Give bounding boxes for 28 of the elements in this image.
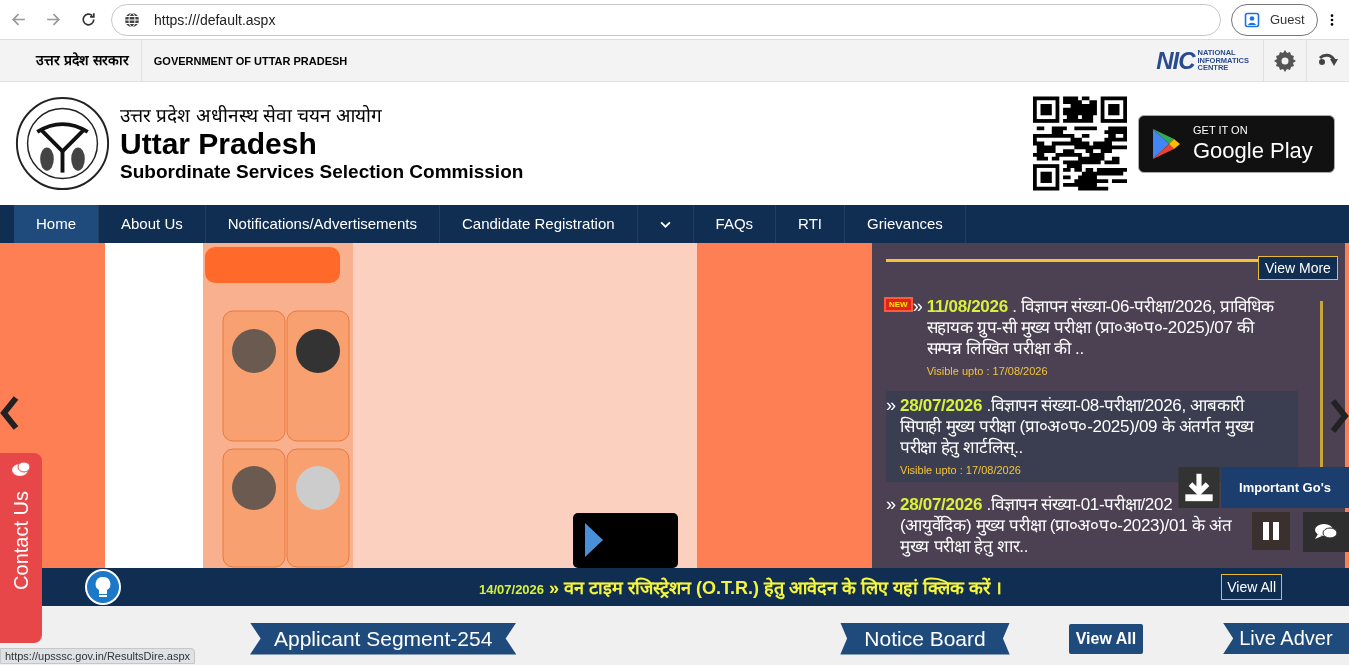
section-heading: Notice Board: [840, 622, 1010, 655]
visibility-date: Visible upto : 17/08/2026: [926, 365, 1049, 377]
view-all-button[interactable]: View All: [1221, 574, 1282, 600]
ticker-link[interactable]: 14/07/2026 » वन टाइम रजिस्ट्रेशन (O.T.R.) हेतु आवेदन के लिए यहां क्लिक करें ।: [479, 575, 1003, 599]
news-item[interactable]: NEW » 11/08/2026 . विज्ञापन संख्या-06-परीक्षा/2026, प्राविधिक सहायक ग्रुप-सी मुख्य परीक्षा (प्रा०अ०प०-2025)/07 की सम्पन्न लिखित परीक्षा की .. Visible upto : 17/08/2026: [886, 292, 1298, 383]
section-heading: Applicant Segment-254: [250, 622, 517, 655]
site-subtitle: Subordinate Services Selection Commission: [120, 159, 524, 184]
news-item[interactable]: » 28/07/2026 .विज्ञापन संख्या-08-परीक्षा/2026, आबकारी सिपाही मुख्य परीक्षा (प्रा०अ०प०-2025)/09 के अंतर्गत मुख्य परीक्षा हेतु शार्टलिस्.. Visible upto : 17/08/2026: [886, 391, 1298, 482]
important-gos-button[interactable]: Important Go's: [1221, 467, 1349, 508]
contact-us-tab[interactable]: Contact Us: [0, 453, 42, 643]
nav-item[interactable]: Home: [14, 205, 99, 243]
news-link[interactable]: 28/07/2026 .विज्ञापन संख्या-08-परीक्षा/2026, आबकारी सिपाही मुख्य परीक्षा (प्रा०अ०प०-2025)/09 के अंतर्गत मुख्य परीक्षा हेतु शार्टलिस्..: [900, 395, 1255, 458]
bullet-marker: »: [886, 494, 896, 514]
news-link[interactable]: 11/08/2026 . विज्ञापन संख्या-06-परीक्षा/2026, प्राविधिक सहायक ग्रुप-सी मुख्य परीक्षा (प्रा०अ०प०-2025)/07 की सम्पन्न लिखित परीक्षा की ..: [926, 296, 1274, 359]
google-play-badge[interactable]: GET IT ON Google Play: [1138, 114, 1335, 173]
government-name: GOVERNMENT OF UTTAR PRADESH: [152, 54, 348, 67]
site-title: Uttar Pradesh: [120, 127, 318, 160]
view-all-button[interactable]: View All: [1068, 623, 1144, 654]
bullet-marker: »: [912, 296, 923, 316]
government-name-hindi: उत्तर प्रदेश सरकार: [0, 39, 142, 82]
commission-name-hindi: उत्तर प्रदेश अधीनस्थ सेवा चयन आयोग: [120, 103, 384, 128]
profile-button[interactable]: Guest: [1231, 3, 1318, 36]
view-more-button[interactable]: View More: [1258, 256, 1338, 280]
new-badge: NEW: [886, 299, 911, 310]
visibility-date: Visible upto : 17/08/2026: [900, 464, 1022, 476]
status-url: https://upsssc.gov.in/ResultsDire.aspx: [0, 648, 196, 664]
bullet-marker: »: [886, 395, 896, 415]
section-heading: Live Adver: [1223, 623, 1349, 654]
